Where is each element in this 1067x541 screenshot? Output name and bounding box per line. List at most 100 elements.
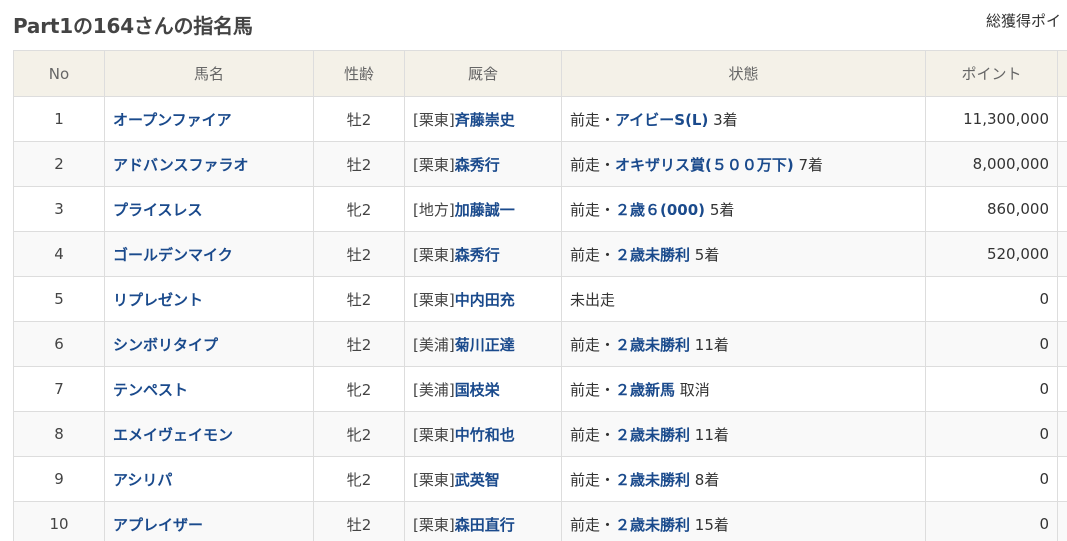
points: 11,300,000 [925, 96, 1058, 142]
column-header-no: No [13, 50, 105, 97]
horse-name-cell: シンボリタイプ [104, 321, 314, 367]
horse-name-link[interactable]: プライスレス [113, 201, 203, 219]
points: 0 [925, 276, 1058, 322]
horse-name-link[interactable]: アプレイザー [113, 516, 203, 534]
race-link[interactable]: ２歳未勝利 [615, 426, 690, 444]
trainer-link[interactable]: 武英智 [455, 471, 500, 489]
stable-cell: [栗東]森秀行 [404, 141, 562, 187]
trainer-link[interactable]: 加藤誠一 [455, 201, 515, 219]
status-cell: 前走・２歳６(000) 5着 [561, 186, 926, 232]
status-prefix: 前走・ [570, 470, 616, 489]
status-prefix: 前走・ [570, 245, 616, 264]
horse-name-cell: ゴールデンマイク [104, 231, 314, 277]
row-number: 4 [13, 231, 105, 277]
status-prefix: 前走・ [570, 425, 616, 444]
stable-region: [美浦] [413, 380, 455, 399]
horse-name-link[interactable]: エメイヴェイモン [113, 426, 233, 444]
horse-name-link[interactable]: シンボリタイプ [113, 336, 218, 354]
status-prefix: 前走・ [570, 110, 616, 129]
trainer-link[interactable]: 中竹和也 [455, 426, 515, 444]
table-row: 7 テンペスト 牝2 [美浦]国枝栄 前走・２歳新馬 取消 0 [13, 366, 1067, 412]
horse-table: No 馬名 性齢 厩舎 状態 ポイント 1 オープンファイア 牡2 [栗東]斉藤崇史前… [13, 50, 1067, 541]
status-prefix: 前走・ [570, 335, 616, 354]
status-cell: 前走・２歳新馬 取消 [561, 366, 926, 412]
stable-region: [栗東] [413, 155, 455, 174]
page-title: Part1の164さんの指名馬 [13, 14, 253, 38]
stable-cell: [栗東]森秀行 [404, 231, 562, 277]
row-number: 1 [13, 96, 105, 142]
column-header-sex-age: 性齢 [313, 50, 405, 97]
trainer-link[interactable]: 国枝栄 [455, 381, 500, 399]
horse-name-link[interactable]: アドバンスファラオ [113, 156, 248, 174]
race-link[interactable]: ２歳未勝利 [615, 516, 690, 534]
row-number: 2 [13, 141, 105, 187]
trainer-link[interactable]: 菊川正達 [455, 336, 515, 354]
horse-name-cell: リプレゼント [104, 276, 314, 322]
horse-name-link[interactable]: アシリパ [113, 471, 172, 489]
sex-age: 牝2 [313, 411, 405, 457]
column-header-status: 状態 [561, 50, 926, 97]
horse-name-link[interactable]: テンペスト [113, 381, 188, 399]
row-number: 7 [13, 366, 105, 412]
extra-cell [1057, 411, 1067, 457]
race-link[interactable]: ２歳新馬 [615, 381, 675, 399]
stable-cell: [栗東]中竹和也 [404, 411, 562, 457]
table-row: 6 シンボリタイプ 牡2 [美浦]菊川正達 前走・２歳未勝利 11着 0 [13, 321, 1067, 367]
extra-cell [1057, 96, 1067, 142]
total-points-label: 総獲得ポイ [986, 12, 1062, 30]
race-link[interactable]: ２歳未勝利 [615, 336, 690, 354]
row-number: 6 [13, 321, 105, 367]
points: 0 [925, 456, 1058, 502]
stable-cell: [地方]加藤誠一 [404, 186, 562, 232]
status-cell: 前走・２歳未勝利 8着 [561, 456, 926, 502]
extra-cell [1057, 276, 1067, 322]
page: Part1の164さんの指名馬 総獲得ポイ No 馬名 性齢 厩舎 状態 ポイン… [0, 0, 1067, 541]
status-prefix: 前走・ [570, 200, 616, 219]
table-body: 1 オープンファイア 牡2 [栗東]斉藤崇史 前走・アイビーS(L) 3着 11,300,… [13, 96, 1067, 541]
extra-cell [1057, 186, 1067, 232]
points: 0 [925, 321, 1058, 367]
column-header-stable: 厩舎 [404, 50, 562, 97]
trainer-link[interactable]: 森田直行 [455, 516, 515, 534]
points: 860,000 [925, 186, 1058, 232]
sex-age: 牡2 [313, 96, 405, 142]
trainer-link[interactable]: 中内田充 [455, 291, 515, 309]
extra-cell [1057, 366, 1067, 412]
stable-region: [地方] [413, 200, 455, 219]
column-header-extra [1057, 50, 1067, 97]
horse-name-link[interactable]: ゴールデンマイク [113, 246, 233, 264]
status-cell: 前走・オキザリス賞(５００万下) 7着 [561, 141, 926, 187]
trainer-link[interactable]: 森秀行 [455, 246, 500, 264]
race-link[interactable]: ２歳６(000) [615, 201, 705, 219]
race-result: 取消 [675, 380, 710, 399]
horse-name-link[interactable]: オープンファイア [113, 111, 232, 129]
horse-name-cell: オープンファイア [104, 96, 314, 142]
horse-name-link[interactable]: リプレゼント [113, 291, 203, 309]
table-row: 4 ゴールデンマイク 牡2 [栗東]森秀行 前走・２歳未勝利 5着 520,000 [13, 231, 1067, 277]
trainer-link[interactable]: 斉藤崇史 [455, 111, 515, 129]
horse-name-cell: アシリパ [104, 456, 314, 502]
points: 520,000 [925, 231, 1058, 277]
sex-age: 牝2 [313, 456, 405, 502]
sex-age: 牝2 [313, 366, 405, 412]
table-row: 3 プライスレス 牝2 [地方]加藤誠一 前走・２歳６(000) 5着 860,000 [13, 186, 1067, 232]
race-link[interactable]: ２歳未勝利 [615, 246, 690, 264]
status-cell: 前走・２歳未勝利 5着 [561, 231, 926, 277]
points: 8,000,000 [925, 141, 1058, 187]
row-number: 9 [13, 456, 105, 502]
status-cell: 前走・２歳未勝利 11着 [561, 321, 926, 367]
sex-age: 牡2 [313, 141, 405, 187]
sex-age: 牡2 [313, 321, 405, 367]
extra-cell [1057, 141, 1067, 187]
race-link[interactable]: オキザリス賞(５００万下) [615, 156, 794, 174]
stable-region: [美浦] [413, 335, 455, 354]
row-number: 5 [13, 276, 105, 322]
status-prefix: 前走・ [570, 380, 616, 399]
race-result: 3着 [708, 110, 738, 129]
race-link[interactable]: ２歳未勝利 [615, 471, 690, 489]
race-link[interactable]: アイビーS(L) [615, 111, 708, 129]
stable-cell: [栗東]中内田充 [404, 276, 562, 322]
trainer-link[interactable]: 森秀行 [455, 156, 500, 174]
race-result: 5着 [705, 200, 735, 219]
status-cell: 前走・２歳未勝利 11着 [561, 411, 926, 457]
